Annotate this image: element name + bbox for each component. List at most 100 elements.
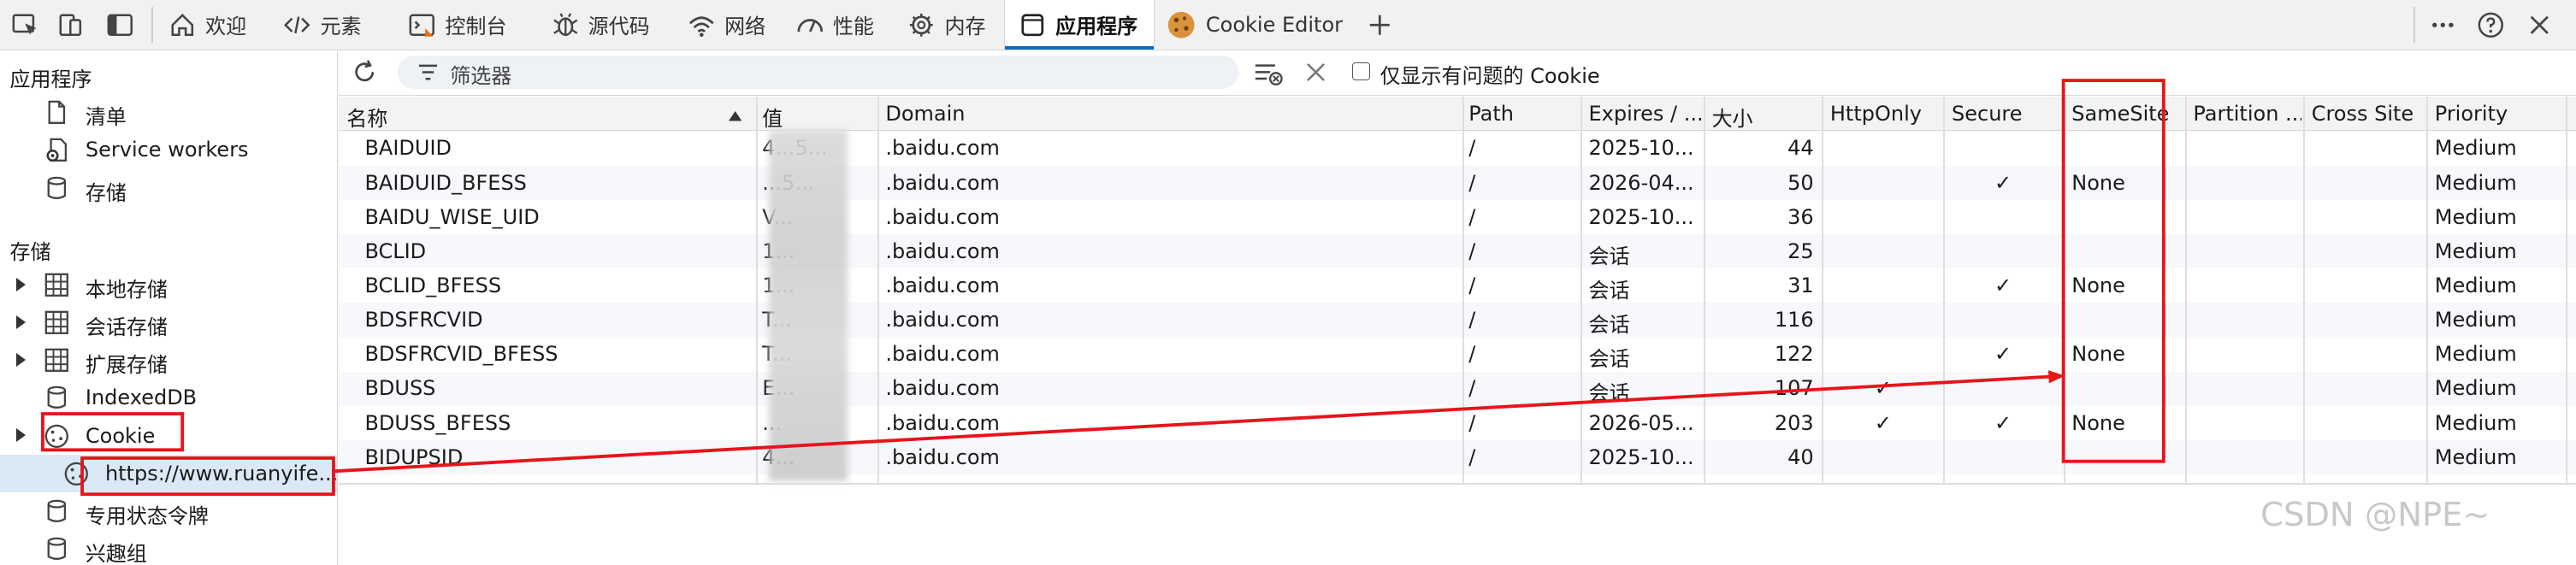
cell-priority: Medium <box>2434 136 2517 161</box>
cell-name: BDUSS_BFESS <box>364 410 511 435</box>
cell-priority: Medium <box>2434 308 2517 333</box>
tab-console[interactable]: 控制台 <box>407 0 507 50</box>
table-row[interactable]: BDUSSE....baidu.com/会话107✓Medium <box>338 371 2576 407</box>
table-row[interactable]: BAIDUID_BFESS...5....baidu.com/2026-04..… <box>338 165 2576 201</box>
table-row[interactable]: BAIDU_WISE_UIDV....baidu.com/2025-10...3… <box>339 200 2576 234</box>
column-divider <box>755 97 758 483</box>
cell-domain: .baidu.com <box>885 308 1000 333</box>
clear-filtered-icon[interactable] <box>1252 59 1285 89</box>
tab-label: 性能 <box>832 15 874 39</box>
only-issues-checkbox[interactable] <box>1351 62 1371 81</box>
column-header-priority[interactable]: Priority <box>2435 102 2567 126</box>
tab-application[interactable]: 应用程序 <box>1003 0 1155 50</box>
sidebar-item-local-storage[interactable]: 本地存储 <box>0 266 337 303</box>
table-row[interactable]: BIDUPSID4....baidu.com/2025-10...40Mediu… <box>338 439 2576 475</box>
bug-icon <box>552 12 577 36</box>
tab-memory[interactable]: 内存 <box>907 0 985 50</box>
cell-httponly: ✓ <box>1874 376 1892 401</box>
expand-arrow-icon[interactable] <box>16 315 26 329</box>
column-header-name[interactable]: 名称 <box>346 102 749 132</box>
inspect-element-icon[interactable] <box>10 10 40 40</box>
cell-httponly: ✓ <box>1874 410 1892 435</box>
tab-sources[interactable]: 源代码 <box>551 0 650 50</box>
sidebar-item-private-state-tokens[interactable]: 专用状态令牌 <box>0 492 337 530</box>
sort-ascending-icon[interactable] <box>728 110 742 121</box>
tab-network[interactable]: 网络 <box>687 0 765 50</box>
devtools-toolbar: 欢迎 元素 控制台 源代码 网络 性能 内存 应用程序 Cookie Edito… <box>0 0 2576 50</box>
column-divider <box>2303 97 2305 483</box>
sidebar-item-extension-storage[interactable]: 扩展存储 <box>0 342 337 380</box>
cell-domain: .baidu.com <box>885 410 1000 435</box>
tab-label: 网络 <box>724 15 766 39</box>
column-header-cross-site[interactable]: Cross Site <box>2312 102 2424 126</box>
refresh-icon[interactable] <box>348 56 381 88</box>
grid-icon <box>44 310 68 335</box>
sidebar-item-service-workers[interactable]: Service workers <box>0 132 337 169</box>
table-row[interactable]: BAIDUID4...5....baidu.com/2025-10...44Me… <box>339 132 2576 166</box>
cell-expires: 2025-10... <box>1588 444 1694 469</box>
cookie-table: 名称 值 Domain Path Expires / ... 大小 HttpOn… <box>338 97 2576 564</box>
sidebar-item-indexeddb[interactable]: IndexedDB <box>0 380 337 417</box>
cell-path: / <box>1468 308 1476 333</box>
sidebar-item-cookie[interactable]: Cookie <box>0 417 337 455</box>
help-icon[interactable] <box>2476 10 2506 40</box>
column-header-samesite[interactable]: SameSite <box>2071 102 2180 126</box>
column-header-size[interactable]: 大小 <box>1712 102 1821 132</box>
cell-priority: Medium <box>2434 170 2517 195</box>
column-divider <box>2566 97 2568 483</box>
column-header-path[interactable]: Path <box>1468 102 1577 126</box>
cell-secure: ✓ <box>1994 410 2012 435</box>
cell-priority: Medium <box>2434 274 2517 297</box>
column-header-httponly[interactable]: HttpOnly <box>1830 102 1939 126</box>
device-emulation-icon[interactable] <box>56 10 86 40</box>
cell-name: BDUSS <box>364 376 436 401</box>
cell-name: BIDUPSID <box>364 444 464 469</box>
cell-expires: 会话 <box>1588 347 1630 372</box>
cell-expires: 2025-10... <box>1588 204 1694 229</box>
database-icon <box>47 499 67 523</box>
sidebar-item-session-storage[interactable]: 会话存储 <box>0 303 337 341</box>
sidebar-item-interest-groups[interactable]: 兴趣组 <box>0 530 337 565</box>
dock-sidebar-icon[interactable] <box>105 10 135 40</box>
tab-elements[interactable]: 元素 <box>282 0 362 50</box>
filter-placeholder: 筛选器 <box>450 64 512 89</box>
expand-arrow-icon[interactable] <box>16 277 26 291</box>
column-header-value[interactable]: 值 <box>762 102 871 132</box>
cookie-filter-bar: 筛选器 仅显示有问题的 Cookie <box>338 50 2576 97</box>
table-row[interactable]: BDUSS_BFESS....baidu.com/2026-05...203✓✓… <box>339 406 2576 440</box>
table-row[interactable]: BCLID1....baidu.com/会话25Medium <box>338 234 2576 269</box>
cell-path: / <box>1468 136 1476 161</box>
expand-arrow-icon[interactable] <box>16 428 26 443</box>
close-icon[interactable] <box>2525 10 2555 40</box>
tab-performance[interactable]: 性能 <box>795 0 874 50</box>
column-divider <box>1703 97 1705 483</box>
column-divider <box>2184 97 2187 483</box>
table-row[interactable]: BDSFRCVID_BFESST....baidu.com/会话122✓None… <box>339 338 2576 372</box>
tab-welcome[interactable]: 欢迎 <box>168 0 246 50</box>
table-row[interactable]: BCLID_BFESS1....baidu.com/会话31✓NoneMediu… <box>339 268 2576 303</box>
sidebar-item-manifest[interactable]: 清单 <box>0 93 337 131</box>
add-tab-icon[interactable] <box>1365 10 1395 40</box>
sidebar-item-cookie-origin[interactable]: https://www.ruanyife... <box>0 455 338 493</box>
cell-expires: 会话 <box>1588 244 1630 268</box>
delete-all-icon[interactable] <box>1306 62 1326 82</box>
sidebar-item-storage-overview[interactable]: 存储 <box>0 169 337 207</box>
column-header-partition[interactable]: Partition ... <box>2193 102 2301 126</box>
more-options-icon[interactable] <box>2428 10 2458 40</box>
gear-doc-icon <box>46 138 67 162</box>
column-header-expires[interactable]: Expires / ... <box>1589 102 1704 126</box>
cell-domain: .baidu.com <box>885 274 1000 297</box>
tab-cookie-editor[interactable]: Cookie Editor <box>1165 0 1343 50</box>
expand-arrow-icon[interactable] <box>16 352 26 367</box>
cell-expires: 会话 <box>1588 381 1630 406</box>
cell-size: 40 <box>1787 444 1814 469</box>
table-row[interactable]: BDSFRCVIDT....baidu.com/会话116Medium <box>338 303 2576 338</box>
tab-label: 欢迎 <box>205 15 247 39</box>
column-header-secure[interactable]: Secure <box>1952 102 2060 126</box>
cell-name: BDSFRCVID <box>364 308 483 333</box>
column-header-domain[interactable]: Domain <box>885 102 1460 126</box>
sidebar-item-label: 兴趣组 <box>85 542 147 565</box>
column-divider <box>1462 97 1464 483</box>
filter-input[interactable]: 筛选器 <box>397 56 1239 89</box>
cell-domain: .baidu.com <box>885 342 1000 367</box>
